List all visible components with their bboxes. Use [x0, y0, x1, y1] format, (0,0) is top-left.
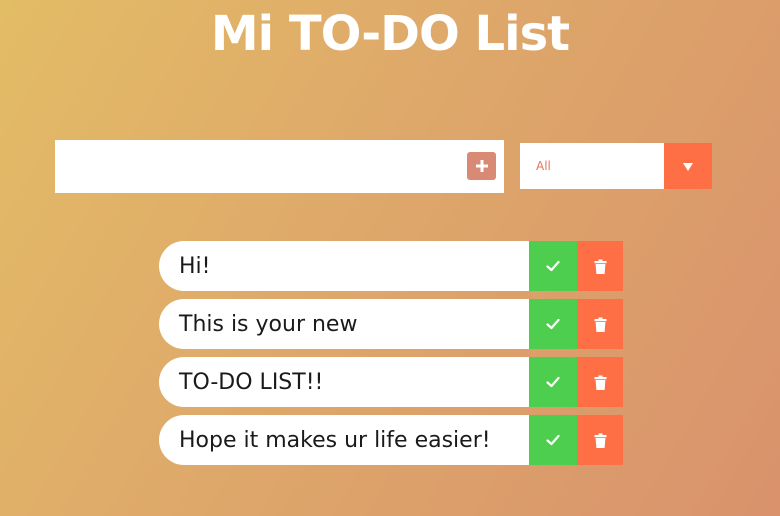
complete-button[interactable]: [529, 299, 577, 349]
filter-selected-value: All: [536, 159, 551, 173]
chevron-down-icon: [683, 163, 693, 171]
todo-text-box: This is your new: [159, 299, 529, 349]
delete-button[interactable]: [577, 357, 623, 407]
filter-select[interactable]: All: [520, 143, 712, 189]
check-icon: [546, 318, 560, 330]
delete-button[interactable]: [577, 241, 623, 291]
complete-button[interactable]: [529, 357, 577, 407]
todo-text: Hi!: [179, 254, 211, 279]
todo-text: TO-DO LIST!!: [179, 370, 324, 395]
delete-button[interactable]: [577, 299, 623, 349]
todo-input-container: [55, 140, 504, 193]
complete-button[interactable]: [529, 415, 577, 465]
trash-icon: [594, 317, 606, 332]
todo-item: Hope it makes ur life easier!: [159, 415, 623, 465]
trash-icon: [594, 375, 606, 390]
plus-icon: [475, 160, 488, 172]
todo-text-box: Hi!: [159, 241, 529, 291]
todo-item: This is your new: [159, 299, 623, 349]
todo-text-box: TO-DO LIST!!: [159, 357, 529, 407]
check-icon: [546, 376, 560, 388]
check-icon: [546, 260, 560, 272]
todo-item: TO-DO LIST!!: [159, 357, 623, 407]
complete-button[interactable]: [529, 241, 577, 291]
todo-text: Hope it makes ur life easier!: [179, 428, 491, 453]
trash-icon: [594, 259, 606, 274]
add-todo-button[interactable]: [467, 152, 496, 180]
page-title: Mi TO-DO List: [210, 6, 570, 62]
todo-input[interactable]: [55, 140, 455, 193]
filter-dropdown-button[interactable]: [664, 143, 712, 189]
todo-text-box: Hope it makes ur life easier!: [159, 415, 529, 465]
todo-item: Hi!: [159, 241, 623, 291]
todo-list: Hi! This is your new TO-DO LIST!! Hope i…: [159, 241, 623, 473]
delete-button[interactable]: [577, 415, 623, 465]
trash-icon: [594, 433, 606, 448]
check-icon: [546, 434, 560, 446]
todo-text: This is your new: [179, 312, 358, 337]
